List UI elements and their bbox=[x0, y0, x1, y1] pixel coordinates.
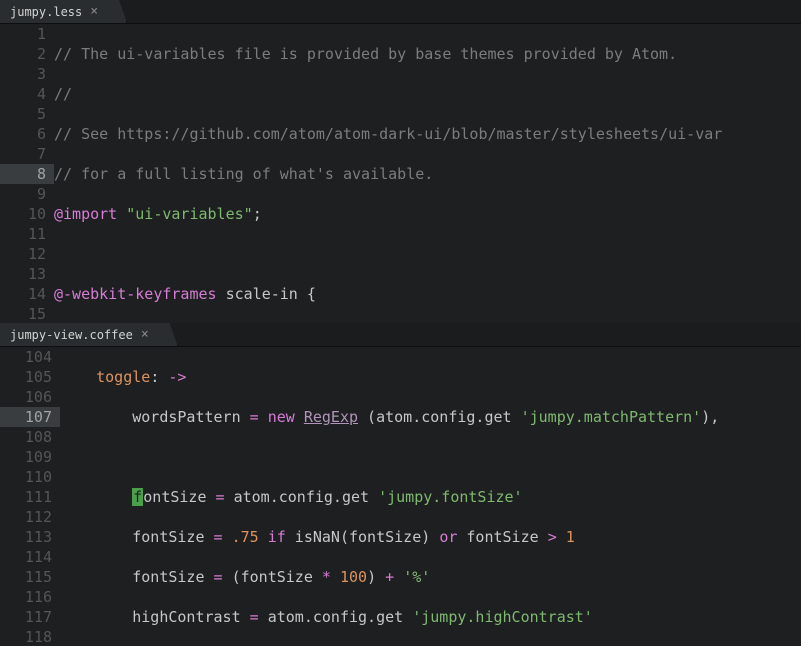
code-line: // See https://github.com/atom/atom-dark… bbox=[54, 124, 801, 144]
line-number: 7 bbox=[10, 144, 46, 164]
code-line: fontSize = .75 if isNaN(fontSize) or fon… bbox=[60, 527, 801, 547]
line-number: 105 bbox=[10, 367, 52, 387]
code-line bbox=[60, 447, 801, 467]
code-line bbox=[54, 244, 801, 264]
code-line: fontSize = (fontSize * 100) + '%' bbox=[60, 567, 801, 587]
line-number: 111 bbox=[10, 487, 52, 507]
code-line: toggle: -> bbox=[60, 367, 801, 387]
line-number: 116 bbox=[10, 587, 52, 607]
line-number: 11 bbox=[10, 224, 46, 244]
tab-bar-bottom: jumpy-view.coffee × bbox=[0, 323, 801, 347]
bottom-editor-pane: jumpy-view.coffee × 104 105 106 107 108 … bbox=[0, 323, 801, 646]
gutter-top: 1 2 3 4 5 6 7 8 9 10 11 12 13 14 15 bbox=[0, 24, 54, 323]
line-number: 115 bbox=[10, 567, 52, 587]
line-number: 104 bbox=[10, 347, 52, 367]
code-line: @import "ui-variables"; bbox=[54, 204, 801, 224]
line-number: 2 bbox=[10, 44, 46, 64]
line-number: 113 bbox=[10, 527, 52, 547]
tab-bar-top: jumpy.less × bbox=[0, 0, 801, 24]
line-number: 4 bbox=[10, 84, 46, 104]
cursor-highlight: f bbox=[132, 488, 143, 506]
code-line: fontSize = atom.config.get 'jumpy.fontSi… bbox=[60, 487, 801, 507]
tab-jumpy-view-coffee[interactable]: jumpy-view.coffee × bbox=[0, 323, 178, 346]
code-line: highContrast = atom.config.get 'jumpy.hi… bbox=[60, 607, 801, 627]
line-number: 14 bbox=[10, 284, 46, 304]
line-number: 106 bbox=[10, 387, 52, 407]
line-number: 5 bbox=[10, 104, 46, 124]
line-number: 117 bbox=[10, 607, 52, 627]
code-line: // The ui-variables file is provided by … bbox=[54, 44, 801, 64]
line-number: 1 bbox=[10, 24, 46, 44]
line-number: 108 bbox=[10, 427, 52, 447]
close-icon[interactable]: × bbox=[90, 2, 98, 22]
line-number-active: 8 bbox=[0, 164, 54, 184]
editor-bottom[interactable]: 104 105 106 107 108 109 110 111 112 113 … bbox=[0, 347, 801, 646]
line-number: 118 bbox=[10, 627, 52, 646]
line-number: 3 bbox=[10, 64, 46, 84]
top-editor-pane: jumpy.less × 1 2 3 4 5 6 7 8 9 10 11 12 … bbox=[0, 0, 801, 323]
gutter-bottom: 104 105 106 107 108 109 110 111 112 113 … bbox=[0, 347, 60, 646]
code-area-top[interactable]: // The ui-variables file is provided by … bbox=[54, 24, 801, 323]
editor-top[interactable]: 1 2 3 4 5 6 7 8 9 10 11 12 13 14 15 // T… bbox=[0, 24, 801, 323]
line-number: 6 bbox=[10, 124, 46, 144]
line-number: 12 bbox=[10, 244, 46, 264]
line-number-active: 107 bbox=[0, 407, 60, 427]
code-line: // bbox=[54, 84, 801, 104]
tab-filename: jumpy.less bbox=[10, 2, 82, 22]
code-line: @-webkit-keyframes scale-in { bbox=[54, 284, 801, 304]
line-number: 15 bbox=[10, 304, 46, 323]
line-number: 10 bbox=[10, 204, 46, 224]
tab-jumpy-less[interactable]: jumpy.less × bbox=[0, 0, 127, 23]
line-number: 112 bbox=[10, 507, 52, 527]
line-number: 13 bbox=[10, 264, 46, 284]
code-line: // for a full listing of what's availabl… bbox=[54, 164, 801, 184]
line-number: 110 bbox=[10, 467, 52, 487]
tab-filename: jumpy-view.coffee bbox=[10, 325, 133, 345]
code-line: wordsPattern = new RegExp (atom.config.g… bbox=[60, 407, 801, 427]
line-number: 9 bbox=[10, 184, 46, 204]
line-number: 114 bbox=[10, 547, 52, 567]
code-area-bottom[interactable]: toggle: -> wordsPattern = new RegExp (at… bbox=[60, 347, 801, 646]
close-icon[interactable]: × bbox=[141, 325, 149, 345]
line-number: 109 bbox=[10, 447, 52, 467]
